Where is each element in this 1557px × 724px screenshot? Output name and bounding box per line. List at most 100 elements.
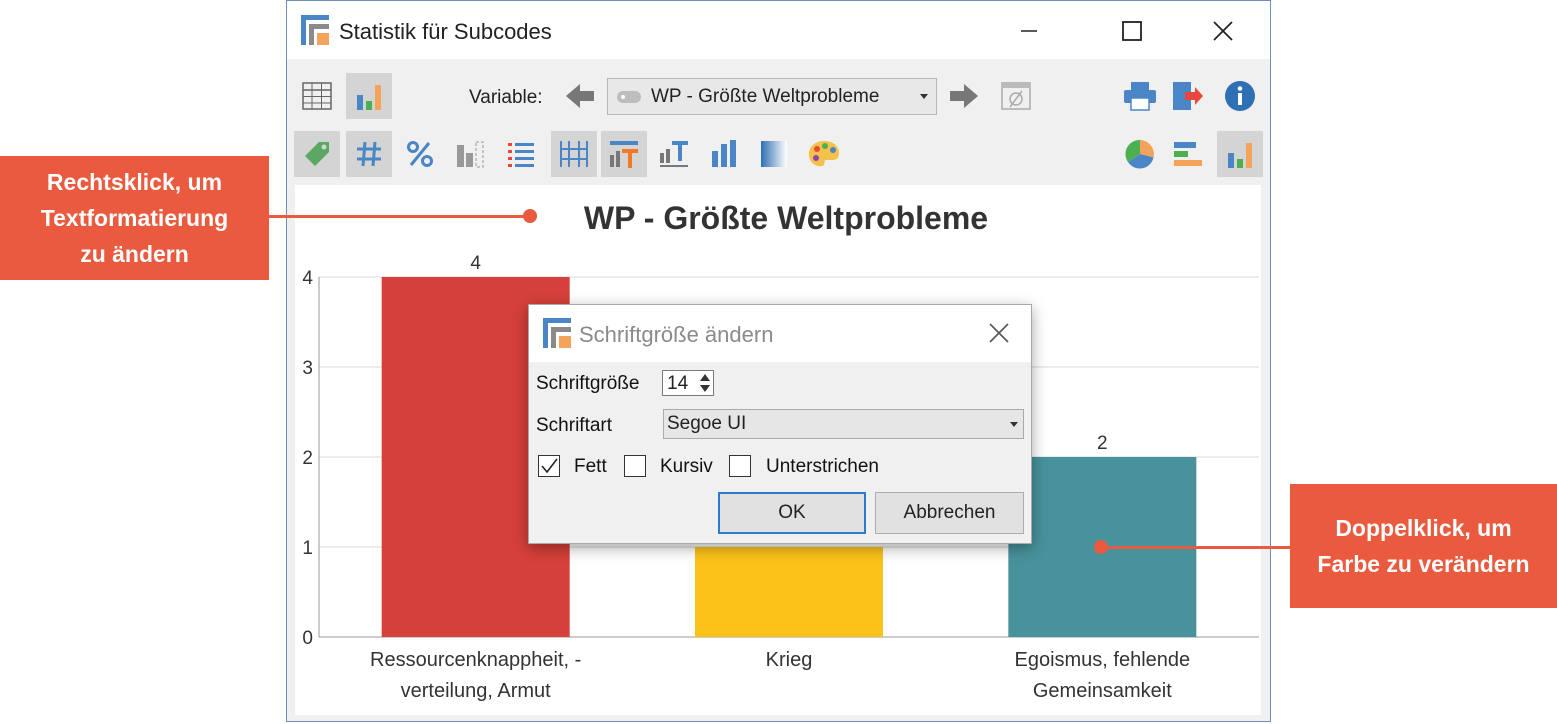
next-variable-button[interactable]	[941, 73, 987, 119]
axis-text-icon	[660, 141, 688, 167]
bar-chart-icon	[1228, 143, 1252, 168]
minimize-button[interactable]	[1007, 11, 1051, 51]
chevron-down-icon	[920, 94, 928, 99]
chart-title: WP - Größte Weltprobleme	[584, 200, 988, 236]
vertical-bars-icon	[712, 140, 736, 167]
empty-set-icon	[1001, 82, 1031, 110]
font-family-select[interactable]: Segoe UI	[663, 409, 1024, 439]
previous-variable-button[interactable]	[557, 73, 603, 119]
close-button[interactable]	[1201, 11, 1245, 51]
left-callout: Rechtsklick, um Textformatierung zu ände…	[0, 156, 269, 280]
arrow-right-icon	[950, 84, 978, 108]
x-tick-label: verteilung, Armut	[401, 680, 552, 702]
right-callout-dot	[1094, 540, 1108, 554]
right-callout-text: Doppelklick, um Farbe zu verändern	[1317, 515, 1530, 577]
missing-values-button[interactable]	[447, 131, 493, 177]
palette-icon	[808, 141, 839, 167]
x-tick-label: Egoismus, fehlende	[1014, 649, 1190, 671]
bars-missing-icon	[457, 141, 484, 168]
font-family-label: Schriftart	[536, 415, 613, 436]
y-tick-label: 3	[302, 358, 313, 379]
toolbar-bottom	[287, 129, 1270, 185]
tag-label-icon	[305, 142, 329, 166]
font-size-value: 14	[667, 373, 689, 394]
percent-button[interactable]	[397, 131, 443, 177]
export-button[interactable]	[1165, 73, 1211, 119]
stepper-arrows-icon[interactable]	[699, 373, 711, 393]
checkmark-icon	[541, 458, 558, 474]
text-format-icon	[610, 141, 638, 168]
font-size-stepper[interactable]: 14	[662, 370, 714, 396]
arrow-left-icon	[566, 84, 594, 108]
empty-filter-button[interactable]	[993, 73, 1039, 119]
info-icon	[1225, 81, 1255, 111]
absolute-values-button[interactable]	[346, 131, 392, 177]
variable-label: Variable:	[469, 87, 543, 108]
x-tick-label: Krieg	[766, 649, 813, 671]
chevron-down-icon	[1010, 422, 1018, 427]
font-family-value: Segoe UI	[667, 413, 747, 434]
underline-label: Unterstrichen	[766, 456, 879, 477]
bold-label: Fett	[574, 456, 607, 477]
minimize-icon	[1021, 30, 1037, 32]
printer-icon	[1124, 82, 1156, 111]
tag-icon	[617, 90, 641, 103]
horizontal-bar-button[interactable]	[1165, 131, 1211, 177]
maximize-button[interactable]	[1110, 11, 1154, 51]
underline-checkbox[interactable]	[729, 455, 751, 477]
print-button[interactable]	[1117, 73, 1163, 119]
left-callout-dot	[523, 209, 537, 223]
bar-chart-icon	[357, 85, 381, 110]
pie-chart-button[interactable]	[1117, 131, 1163, 177]
title-format-button[interactable]	[601, 131, 647, 177]
y-tick-label: 0	[302, 628, 313, 649]
gradient-icon	[761, 141, 787, 167]
list-button[interactable]	[498, 131, 544, 177]
title-bar[interactable]: Statistik für Subcodes	[287, 1, 1270, 59]
app-logo-icon	[543, 318, 571, 348]
x-tick-label: Gemeinsamkeit	[1033, 680, 1172, 702]
chart-view-button[interactable]	[346, 73, 392, 119]
close-icon[interactable]	[988, 322, 1010, 344]
y-tick-label: 2	[302, 448, 313, 469]
table-view-button[interactable]	[294, 73, 340, 119]
maximize-icon	[1122, 21, 1142, 41]
variable-select-value: WP - Größte Weltprobleme	[651, 85, 880, 107]
font-size-label: Schriftgröße	[536, 373, 640, 394]
labels-button[interactable]	[294, 131, 340, 177]
bar-style-button[interactable]	[701, 131, 747, 177]
toolbar-top: Variable: WP - Größte Weltprobleme	[287, 71, 1270, 127]
gridlines-button[interactable]	[551, 131, 597, 177]
percent-icon	[407, 141, 433, 167]
italic-label: Kursiv	[660, 456, 713, 477]
grid-icon	[560, 141, 588, 167]
hash-icon	[357, 141, 381, 167]
gradient-button[interactable]	[751, 131, 797, 177]
list-icon	[508, 143, 534, 167]
left-callout-connector	[269, 215, 531, 218]
cancel-button[interactable]: Abbrechen	[875, 492, 1024, 534]
bar-data-label: 4	[470, 253, 481, 274]
bar-data-label: 2	[1097, 433, 1108, 454]
font-size-dialog: Schriftgröße ändern Schriftgröße 14 Schr…	[528, 304, 1032, 544]
vertical-bar-button[interactable]	[1217, 131, 1263, 177]
bar[interactable]	[695, 547, 883, 637]
left-callout-text: Rechtsklick, um Textformatierung zu ände…	[40, 169, 229, 267]
x-tick-label: Ressourcenknappheit, -	[370, 649, 581, 671]
ok-button[interactable]: OK	[718, 492, 866, 534]
dialog-title: Schriftgröße ändern	[579, 322, 774, 347]
y-tick-label: 1	[302, 538, 313, 559]
variable-select[interactable]: WP - Größte Weltprobleme	[607, 78, 937, 115]
italic-checkbox[interactable]	[624, 455, 646, 477]
bold-checkbox[interactable]	[538, 455, 560, 477]
close-icon	[1213, 21, 1233, 41]
horizontal-bars-icon	[1174, 142, 1202, 166]
right-callout-connector	[1100, 546, 1290, 549]
right-callout: Doppelklick, um Farbe zu verändern	[1290, 484, 1557, 608]
export-icon	[1173, 82, 1203, 110]
color-palette-button[interactable]	[801, 131, 847, 177]
info-button[interactable]	[1217, 73, 1263, 119]
y-tick-label: 4	[302, 268, 313, 289]
axis-title-button[interactable]	[651, 131, 697, 177]
dialog-title-bar[interactable]: Schriftgröße ändern	[529, 305, 1031, 362]
